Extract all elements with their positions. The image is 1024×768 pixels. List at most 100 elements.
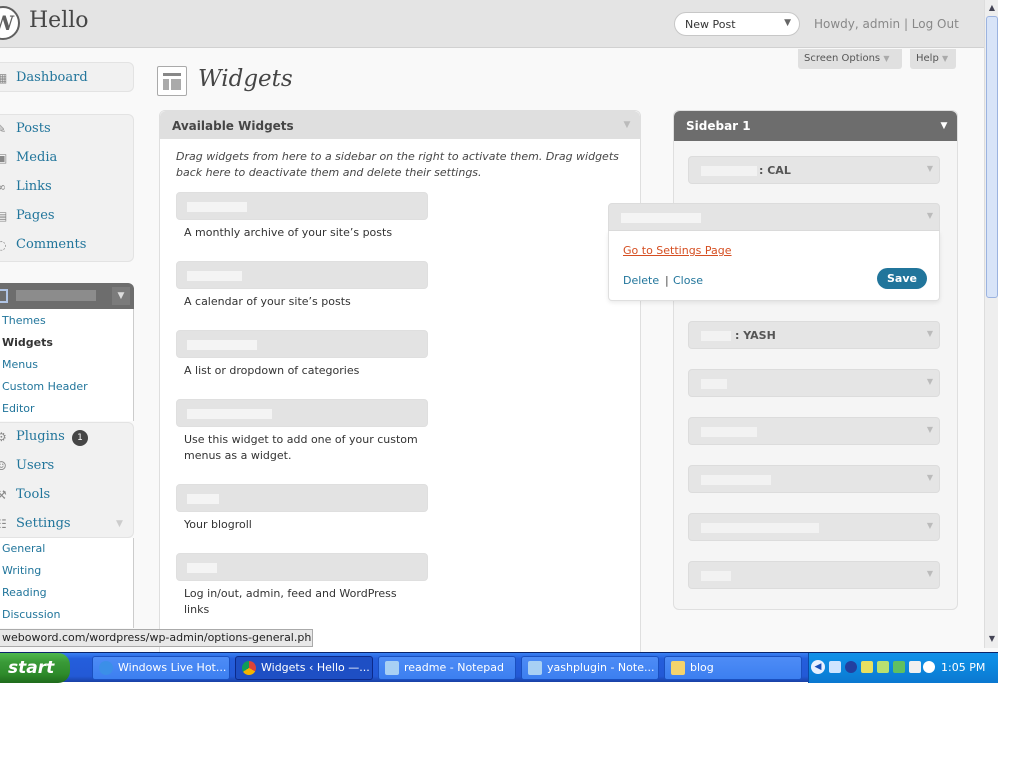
screen-options-label: Screen Options — [804, 53, 881, 64]
screen-options-tab[interactable]: Screen Options ▼ — [798, 49, 902, 69]
submenu-item-reading[interactable]: Reading — [2, 582, 47, 604]
available-widgets-header[interactable]: Available Widgets ▼ — [160, 111, 640, 139]
taskbar-window-blog-folder[interactable]: blog — [664, 656, 802, 680]
collapse-arrow-icon[interactable]: ▼ — [618, 116, 636, 134]
sidebar-1-header[interactable]: Sidebar 1 ▼ — [674, 111, 957, 141]
submenu-item-discussion[interactable]: Discussion — [2, 604, 61, 626]
taskbar-window-label: readme - Notepad — [404, 661, 504, 674]
sidebar-widget[interactable]: ▼ — [688, 561, 940, 589]
widget-meta[interactable] — [176, 553, 428, 581]
sidebar-widget[interactable]: ▼ — [688, 465, 940, 493]
vertical-scrollbar[interactable]: ▲ ▼ — [984, 0, 998, 648]
collapse-arrow-icon[interactable]: ▼ — [935, 117, 953, 135]
settings-icon: ☷ — [0, 517, 7, 531]
expand-arrow-icon[interactable]: ▼ — [927, 329, 933, 338]
sidebar-widget-calendar[interactable]: : CAL ▼ — [688, 156, 940, 184]
collapse-arrow-icon[interactable]: ▼ — [927, 211, 933, 220]
dropdown-arrow-icon: ▼ — [784, 18, 791, 28]
collapse-arrow-icon[interactable]: ▼ — [112, 287, 130, 305]
submenu-item-themes[interactable]: Themes — [2, 310, 46, 332]
expand-arrow-icon[interactable]: ▼ — [927, 377, 933, 386]
menu-item-pages[interactable]: ▤ Pages — [0, 203, 134, 229]
expand-arrow-icon[interactable]: ▼ — [927, 164, 933, 173]
menu-label: Plugins — [16, 429, 65, 444]
menu-item-dashboard[interactable]: ▦ Dashboard — [0, 65, 134, 91]
submenu-item-editor[interactable]: Editor — [2, 398, 35, 420]
menu-item-appearance[interactable]: ▼ — [0, 283, 134, 309]
available-widgets-title: Available Widgets — [172, 119, 294, 133]
help-tab[interactable]: Help ▼ — [910, 49, 956, 69]
tray-app-icon[interactable] — [861, 661, 873, 673]
scroll-down-arrow-icon[interactable]: ▼ — [987, 634, 997, 644]
menu-label: Comments — [16, 237, 87, 252]
folder-icon — [671, 661, 685, 675]
sidebar-widget[interactable]: ▼ — [688, 369, 940, 397]
taskbar-window-yashplugin-notepad[interactable]: yashplugin - Note... — [521, 656, 659, 680]
taskbar-clock[interactable]: 1:05 PM — [941, 661, 985, 674]
scrollbar-thumb[interactable] — [986, 16, 998, 298]
menu-item-plugins[interactable]: ⚙ Plugins 1 — [0, 424, 134, 450]
link-separator: | — [665, 274, 669, 287]
scroll-up-arrow-icon[interactable]: ▲ — [987, 3, 997, 13]
submenu-item-general[interactable]: General — [2, 538, 45, 560]
expand-arrow-icon[interactable]: ▼ — [927, 425, 933, 434]
menu-item-users[interactable]: ☺ Users — [0, 453, 134, 479]
network-icon[interactable] — [829, 661, 841, 673]
show-hidden-icons-arrow-icon[interactable]: ◀ — [811, 660, 825, 674]
users-icon: ☺ — [0, 459, 7, 473]
menu-item-links[interactable]: ∞ Links — [0, 174, 134, 200]
collapse-arrow-icon[interactable]: ▼ — [116, 511, 123, 537]
submenu-item-custom-header[interactable]: Custom Header — [2, 376, 88, 398]
sidebar-widget[interactable]: ▼ — [688, 417, 940, 445]
site-title[interactable]: Hello — [29, 8, 89, 33]
favorite-actions-dropdown[interactable]: New Post ▼ — [674, 12, 800, 36]
menu-item-settings[interactable]: ☷ Settings ▼ — [0, 511, 134, 537]
menu-item-comments[interactable]: ◌ Comments — [0, 232, 134, 258]
expanded-widget-header[interactable]: ▼ — [608, 203, 940, 231]
sidebar-widget-yash[interactable]: : YASH ▼ — [688, 321, 940, 349]
bluetooth-icon[interactable] — [845, 661, 857, 673]
submenu-item-menus[interactable]: Menus — [2, 354, 38, 376]
expand-arrow-icon[interactable]: ▼ — [927, 521, 933, 530]
menu-label: Links — [16, 179, 52, 194]
widget-archives[interactable] — [176, 192, 428, 220]
menu-item-tools[interactable]: ⚒ Tools — [0, 482, 134, 508]
go-to-settings-link[interactable]: Go to Settings Page — [623, 244, 732, 257]
submenu-item-widgets[interactable]: Widgets — [2, 332, 53, 354]
dropdown-arrow-icon: ▼ — [942, 54, 949, 63]
sidebar-widget[interactable]: ▼ — [688, 513, 940, 541]
taskbar-window-label: blog — [690, 661, 714, 674]
expand-arrow-icon[interactable]: ▼ — [927, 569, 933, 578]
start-button[interactable]: start — [0, 653, 70, 683]
widget-description: Use this widget to add one of your custo… — [184, 433, 418, 462]
widget-title — [187, 563, 217, 573]
tools-icon: ⚒ — [0, 488, 7, 502]
taskbar-window-windows-live[interactable]: Windows Live Hot... — [92, 656, 230, 680]
user-greeting-text: Howdy, admin | Log Out — [814, 17, 959, 31]
menu-item-media[interactable]: ▣ Media — [0, 145, 134, 171]
user-greeting[interactable]: Howdy, admin | Log Out — [814, 17, 959, 31]
expand-arrow-icon[interactable]: ▼ — [927, 473, 933, 482]
widget-links[interactable] — [176, 484, 428, 512]
tray-app-icon[interactable] — [893, 661, 905, 673]
volume-icon[interactable] — [923, 661, 935, 673]
tray-app-icon[interactable] — [877, 661, 889, 673]
delete-widget-link[interactable]: Delete — [623, 274, 659, 287]
settings-submenu: General Writing Reading Discussion — [0, 538, 134, 628]
submenu-item-writing[interactable]: Writing — [2, 560, 41, 582]
menu-label: Media — [16, 150, 58, 165]
menu-item-posts[interactable]: ✎ Posts — [0, 116, 134, 142]
windows-taskbar: start Windows Live Hot... Widgets ‹ Hell… — [0, 652, 998, 683]
menu-label: Pages — [16, 208, 55, 223]
taskbar-window-chrome[interactable]: Widgets ‹ Hello —... — [235, 656, 373, 680]
taskbar-window-readme-notepad[interactable]: readme - Notepad — [378, 656, 516, 680]
tray-app-icon[interactable] — [909, 661, 921, 673]
widget-custom-menu[interactable] — [176, 399, 428, 427]
widget-instance-title: : YASH — [735, 329, 776, 342]
pushpin-icon: ✎ — [0, 122, 7, 136]
plugin-icon: ⚙ — [0, 430, 7, 444]
save-widget-button[interactable]: Save — [877, 268, 927, 289]
widget-calendar[interactable] — [176, 261, 428, 289]
close-widget-link[interactable]: Close — [673, 274, 703, 287]
widget-categories[interactable] — [176, 330, 428, 358]
